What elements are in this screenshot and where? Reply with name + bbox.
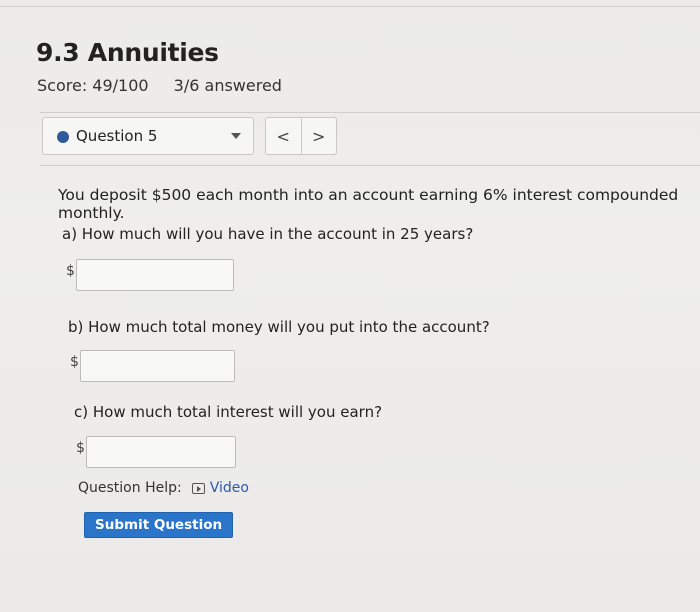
chevron-left-icon: <: [276, 126, 290, 146]
video-help-link[interactable]: Video: [191, 480, 249, 496]
part-a-label: a) How much will you have in the account…: [62, 225, 474, 243]
top-divider: [0, 6, 700, 7]
next-question-button[interactable]: >: [302, 118, 337, 154]
question-help: Question Help: Video: [78, 480, 249, 496]
part-b-dollar-sign: $: [70, 354, 79, 370]
part-b-label: b) How much total money will you put int…: [68, 318, 490, 336]
answered-count: 3/6 answered: [173, 76, 282, 95]
part-c-dollar-sign: $: [76, 440, 85, 456]
part-b-answer-input[interactable]: [80, 350, 235, 382]
question-help-label: Question Help:: [78, 480, 182, 496]
score-text: Score: 49/100: [37, 76, 149, 95]
part-c-answer-input[interactable]: [86, 436, 236, 468]
video-link-label: Video: [209, 480, 249, 496]
previous-question-button[interactable]: <: [266, 118, 302, 154]
score-line: Score: 49/100 3/6 answered: [37, 76, 282, 95]
page-title: 9.3 Annuities: [36, 38, 219, 67]
part-c-label: c) How much total interest will you earn…: [74, 403, 383, 421]
question-dropdown-label: Question 5: [76, 127, 158, 145]
submit-question-button[interactable]: Submit Question: [84, 512, 234, 538]
question-dropdown[interactable]: Question 5: [42, 117, 254, 155]
part-a-dollar-sign: $: [66, 263, 75, 279]
question-status-icon: [57, 131, 69, 143]
question-prompt: You deposit $500 each month into an acco…: [58, 186, 679, 222]
part-a-answer-input[interactable]: [76, 259, 234, 291]
question-navigation: Question 5 < >: [40, 112, 700, 166]
question-pager: < >: [265, 117, 337, 155]
chevron-down-icon: [231, 133, 241, 139]
video-icon: [191, 482, 205, 494]
chevron-right-icon: >: [312, 126, 326, 146]
